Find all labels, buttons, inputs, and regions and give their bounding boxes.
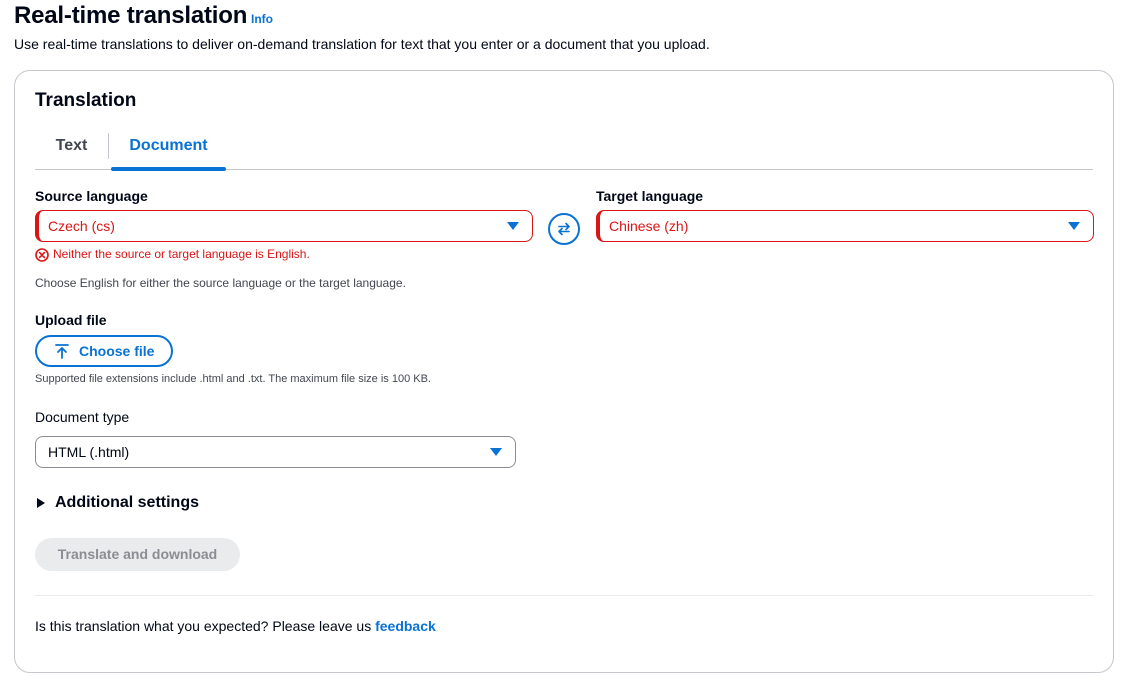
source-language-select[interactable]: Czech (cs) [35,210,533,242]
swap-languages-button[interactable] [548,213,580,245]
translation-card: Translation Text Document Source languag… [14,70,1114,673]
tab-document[interactable]: Document [111,129,226,171]
upload-icon [55,344,69,359]
language-error: Neither the source or target language is… [35,247,310,262]
document-type-value: HTML (.html) [48,444,130,460]
additional-settings-label: Additional settings [55,494,199,511]
card-title: Translation [35,90,137,111]
feedback-row: Is this translation what you expected? P… [35,618,436,634]
tab-text[interactable]: Text [35,129,108,170]
swap-icon [558,222,570,236]
error-text: Neither the source or target language is… [53,247,310,261]
upload-hint: Supported file extensions include .html … [35,373,431,385]
tab-separator [108,133,109,159]
info-link[interactable]: Info [251,12,273,26]
target-language-select[interactable]: Chinese (zh) [596,210,1094,242]
language-hint: Choose English for either the source lan… [35,276,406,290]
page-title: Real-time translation [14,2,248,29]
document-type-select[interactable]: HTML (.html) [35,436,516,468]
choose-file-button[interactable]: Choose file [35,335,173,367]
translate-and-download-button[interactable]: Translate and download [35,538,240,571]
error-icon [35,248,49,262]
choose-file-label: Choose file [79,343,155,359]
target-language-value: Chinese (zh) [609,218,689,234]
feedback-link[interactable]: feedback [375,618,436,634]
upload-file-label: Upload file [35,312,107,328]
source-language-value: Czech (cs) [48,218,115,234]
caret-down-icon [490,448,502,456]
tab-bar: Text Document [35,129,1093,171]
feedback-prompt: Is this translation what you expected? P… [35,618,372,634]
caret-right-icon [37,498,45,508]
divider [35,595,1093,596]
caret-down-icon [507,222,519,230]
page-description: Use real-time translations to deliver on… [14,36,710,52]
caret-down-icon [1068,222,1080,230]
source-language-label: Source language [35,188,148,204]
document-type-label: Document type [35,409,130,425]
target-language-label: Target language [596,188,704,204]
